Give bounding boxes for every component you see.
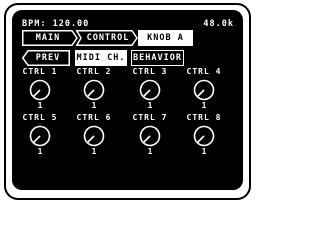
- knob-ctrl-3[interactable]: CTRL 3 1: [128, 68, 172, 110]
- tab-behavior[interactable]: BEHAVIOR: [131, 50, 184, 66]
- knob-label: CTRL 7: [132, 113, 168, 122]
- knob-ctrl-7[interactable]: CTRL 7 1: [128, 114, 172, 156]
- knob-value: 1: [37, 147, 43, 156]
- knob-ctrl-1[interactable]: CTRL 1 1: [18, 68, 62, 110]
- knob-dial-icon[interactable]: [82, 78, 106, 102]
- knob-ctrl-6[interactable]: CTRL 6 1: [72, 114, 116, 156]
- knob-label: CTRL 5: [22, 113, 58, 122]
- knob-dial-icon[interactable]: [138, 78, 162, 102]
- knob-label: CTRL 1: [22, 67, 58, 76]
- knob-dial-icon[interactable]: [82, 124, 106, 148]
- knob-label: CTRL 8: [186, 113, 222, 122]
- prev-button[interactable]: PREV: [26, 50, 70, 66]
- knob-dial-icon[interactable]: [28, 78, 52, 102]
- sample-rate-readout: 48.0k: [203, 19, 234, 29]
- knob-value: 1: [201, 101, 207, 110]
- knob-value: 1: [147, 101, 153, 110]
- knob-ctrl-8[interactable]: CTRL 8 1: [182, 114, 226, 156]
- knob-value: 1: [91, 147, 97, 156]
- knob-label: CTRL 6: [76, 113, 112, 122]
- knob-label: CTRL 3: [132, 67, 168, 76]
- breadcrumb-control[interactable]: CONTROL: [80, 30, 136, 46]
- knob-dial-icon[interactable]: [28, 124, 52, 148]
- knob-ctrl-5[interactable]: CTRL 5 1: [18, 114, 62, 156]
- knob-value: 1: [201, 147, 207, 156]
- bpm-readout: BPM: 120.00: [22, 19, 90, 29]
- knob-value: 1: [147, 147, 153, 156]
- knob-value: 1: [91, 101, 97, 110]
- knob-dial-icon[interactable]: [192, 78, 216, 102]
- knob-ctrl-2[interactable]: CTRL 2 1: [72, 68, 116, 110]
- knob-label: CTRL 4: [186, 67, 222, 76]
- tab-midi-channel[interactable]: MIDI CH.: [75, 50, 127, 66]
- knob-ctrl-4[interactable]: CTRL 4 1: [182, 68, 226, 110]
- knob-dial-icon[interactable]: [192, 124, 216, 148]
- knob-dial-icon[interactable]: [138, 124, 162, 148]
- breadcrumb-current: KNOB A: [138, 30, 193, 46]
- lcd-screen: BPM: 120.00 48.0k MAIN CONTROL KNOB A PR…: [18, 20, 238, 184]
- breadcrumb-main[interactable]: MAIN: [22, 30, 74, 46]
- knob-label: CTRL 2: [76, 67, 112, 76]
- knob-value: 1: [37, 101, 43, 110]
